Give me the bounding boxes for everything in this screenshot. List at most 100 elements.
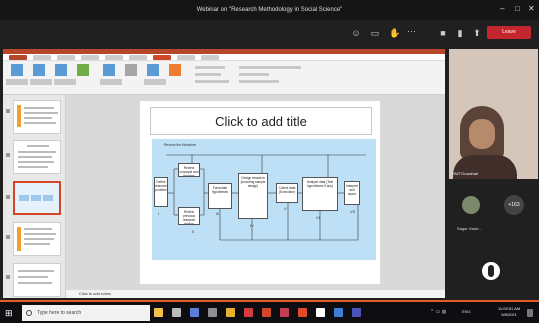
slide-number [6, 195, 10, 199]
thumb-line [18, 270, 54, 272]
tab-slide-show[interactable] [153, 55, 171, 60]
tab-design[interactable] [81, 55, 99, 60]
ribbon-label [6, 79, 28, 85]
participant-video[interactable]: SNITGuwahati [449, 49, 538, 179]
notes-pane[interactable]: Click to add notes [66, 290, 445, 298]
thumb-line [18, 282, 52, 284]
tab-insert[interactable] [57, 55, 75, 60]
from-current-icon[interactable] [33, 64, 45, 76]
taskbar-clock[interactable]: 11:09:51 AM 9/8/2021 [498, 306, 520, 318]
people-icon[interactable]: ☺ [351, 28, 361, 38]
notes-placeholder: Click to add notes [79, 291, 111, 296]
chat-icon[interactable]: ▭ [370, 28, 380, 38]
tab-file[interactable] [9, 55, 27, 60]
notification-icon[interactable] [527, 309, 533, 317]
tab-review[interactable] [177, 55, 195, 60]
rehearse-icon[interactable] [147, 64, 159, 76]
thumb-box [43, 195, 53, 201]
thumb-line [27, 145, 49, 147]
more-participants-badge[interactable]: +163 [504, 195, 524, 215]
thumb-line [24, 117, 52, 119]
leave-button-label: Leave [502, 29, 516, 35]
current-slide[interactable]: Click to add title Review the literature… [140, 101, 380, 284]
thumb-line [18, 166, 48, 168]
slide-thumbnail[interactable] [13, 140, 61, 174]
minimize-button[interactable]: – [500, 4, 504, 13]
checkbox-option[interactable] [195, 80, 229, 83]
language-indicator[interactable]: ENG [462, 309, 471, 314]
tab-transitions[interactable] [105, 55, 123, 60]
app-icon[interactable] [244, 308, 253, 317]
participant-tile[interactable]: Sagar Gade... [452, 190, 496, 234]
box-design-research: Design research (including sample design… [238, 173, 268, 219]
mic-icon[interactable]: ▮ [455, 28, 465, 38]
tray-icons[interactable]: ⌃ ▭ ◍ [430, 309, 446, 315]
app-icon[interactable] [190, 308, 199, 317]
roman-label: II [192, 229, 195, 234]
review-label: Review the literature [164, 143, 196, 147]
app-icon[interactable] [208, 308, 217, 317]
checkbox-option[interactable] [195, 66, 225, 69]
slide-thumbnail-selected[interactable] [13, 181, 61, 215]
presenter-view-option[interactable] [239, 80, 279, 83]
tab-animations[interactable] [129, 55, 147, 60]
thumb-box [31, 195, 41, 201]
checkbox-option[interactable] [195, 73, 221, 76]
thumb-accent [17, 105, 21, 127]
powerpoint-icon[interactable] [262, 308, 271, 317]
teams-icon[interactable] [352, 308, 361, 317]
ppt-ribbon [3, 61, 445, 95]
person-icon [488, 265, 494, 277]
hide-slide-icon[interactable] [125, 64, 137, 76]
roman-label: IV [250, 223, 254, 228]
custom-show-icon[interactable] [77, 64, 89, 76]
camera-icon[interactable]: ■ [438, 28, 448, 38]
ribbon-label [100, 79, 122, 85]
slide-title-placeholder[interactable]: Click to add title [150, 107, 372, 135]
slide-thumbnail[interactable] [13, 222, 61, 256]
shared-powerpoint: Click to add title Review the literature… [3, 49, 445, 298]
box-formulate-hypotheses: Formulate hypotheses [208, 183, 232, 209]
maximize-button[interactable]: □ [515, 4, 520, 13]
present-online-icon[interactable] [55, 64, 67, 76]
ribbon-label [30, 79, 52, 85]
thumb-box [19, 195, 29, 201]
app-icon[interactable] [316, 308, 325, 317]
thumb-line [24, 243, 50, 245]
slide-number [6, 109, 10, 113]
slide-thumbnail[interactable] [13, 100, 61, 134]
close-button[interactable]: ✕ [528, 4, 535, 13]
folder-icon[interactable] [226, 308, 235, 317]
presenter-view-option[interactable] [239, 73, 269, 76]
box-analyse-data: Analyse data (Test hypotheses if any) [302, 177, 338, 211]
window-title: Webinar on "Research Methodology in Soci… [196, 7, 343, 13]
setup-show-icon[interactable] [103, 64, 115, 76]
app-icon[interactable] [280, 308, 289, 317]
explorer-icon[interactable] [154, 308, 163, 317]
box-interpret-report: Interpret and report [344, 181, 360, 205]
app-icon[interactable] [334, 308, 343, 317]
tab-view[interactable] [201, 55, 219, 60]
more-button[interactable]: ··· [407, 26, 416, 36]
windows-start-icon[interactable]: ⊞ [5, 308, 15, 318]
monitor-select[interactable] [239, 66, 301, 69]
slide-thumbnail[interactable] [13, 263, 61, 297]
avatar [462, 196, 480, 214]
clock-date: 9/8/2021 [501, 312, 517, 317]
share-icon[interactable]: ⬆ [472, 28, 482, 38]
thumb-line [24, 238, 54, 240]
app-icon[interactable] [298, 308, 307, 317]
thumb-line [18, 156, 52, 158]
thumb-line [18, 161, 54, 163]
task-view-icon[interactable] [172, 308, 181, 317]
ribbon-label [144, 79, 166, 85]
reactions-icon[interactable]: ✋ [389, 28, 400, 38]
tab-home[interactable] [33, 55, 51, 60]
from-beginning-icon[interactable] [11, 64, 23, 76]
record-icon[interactable] [169, 64, 181, 76]
taskbar-search[interactable]: Type here to search [22, 305, 150, 321]
avatar [482, 262, 500, 280]
roman-label: I [158, 211, 160, 216]
participant-tile[interactable] [480, 258, 524, 302]
leave-button[interactable]: Leave [487, 26, 531, 39]
